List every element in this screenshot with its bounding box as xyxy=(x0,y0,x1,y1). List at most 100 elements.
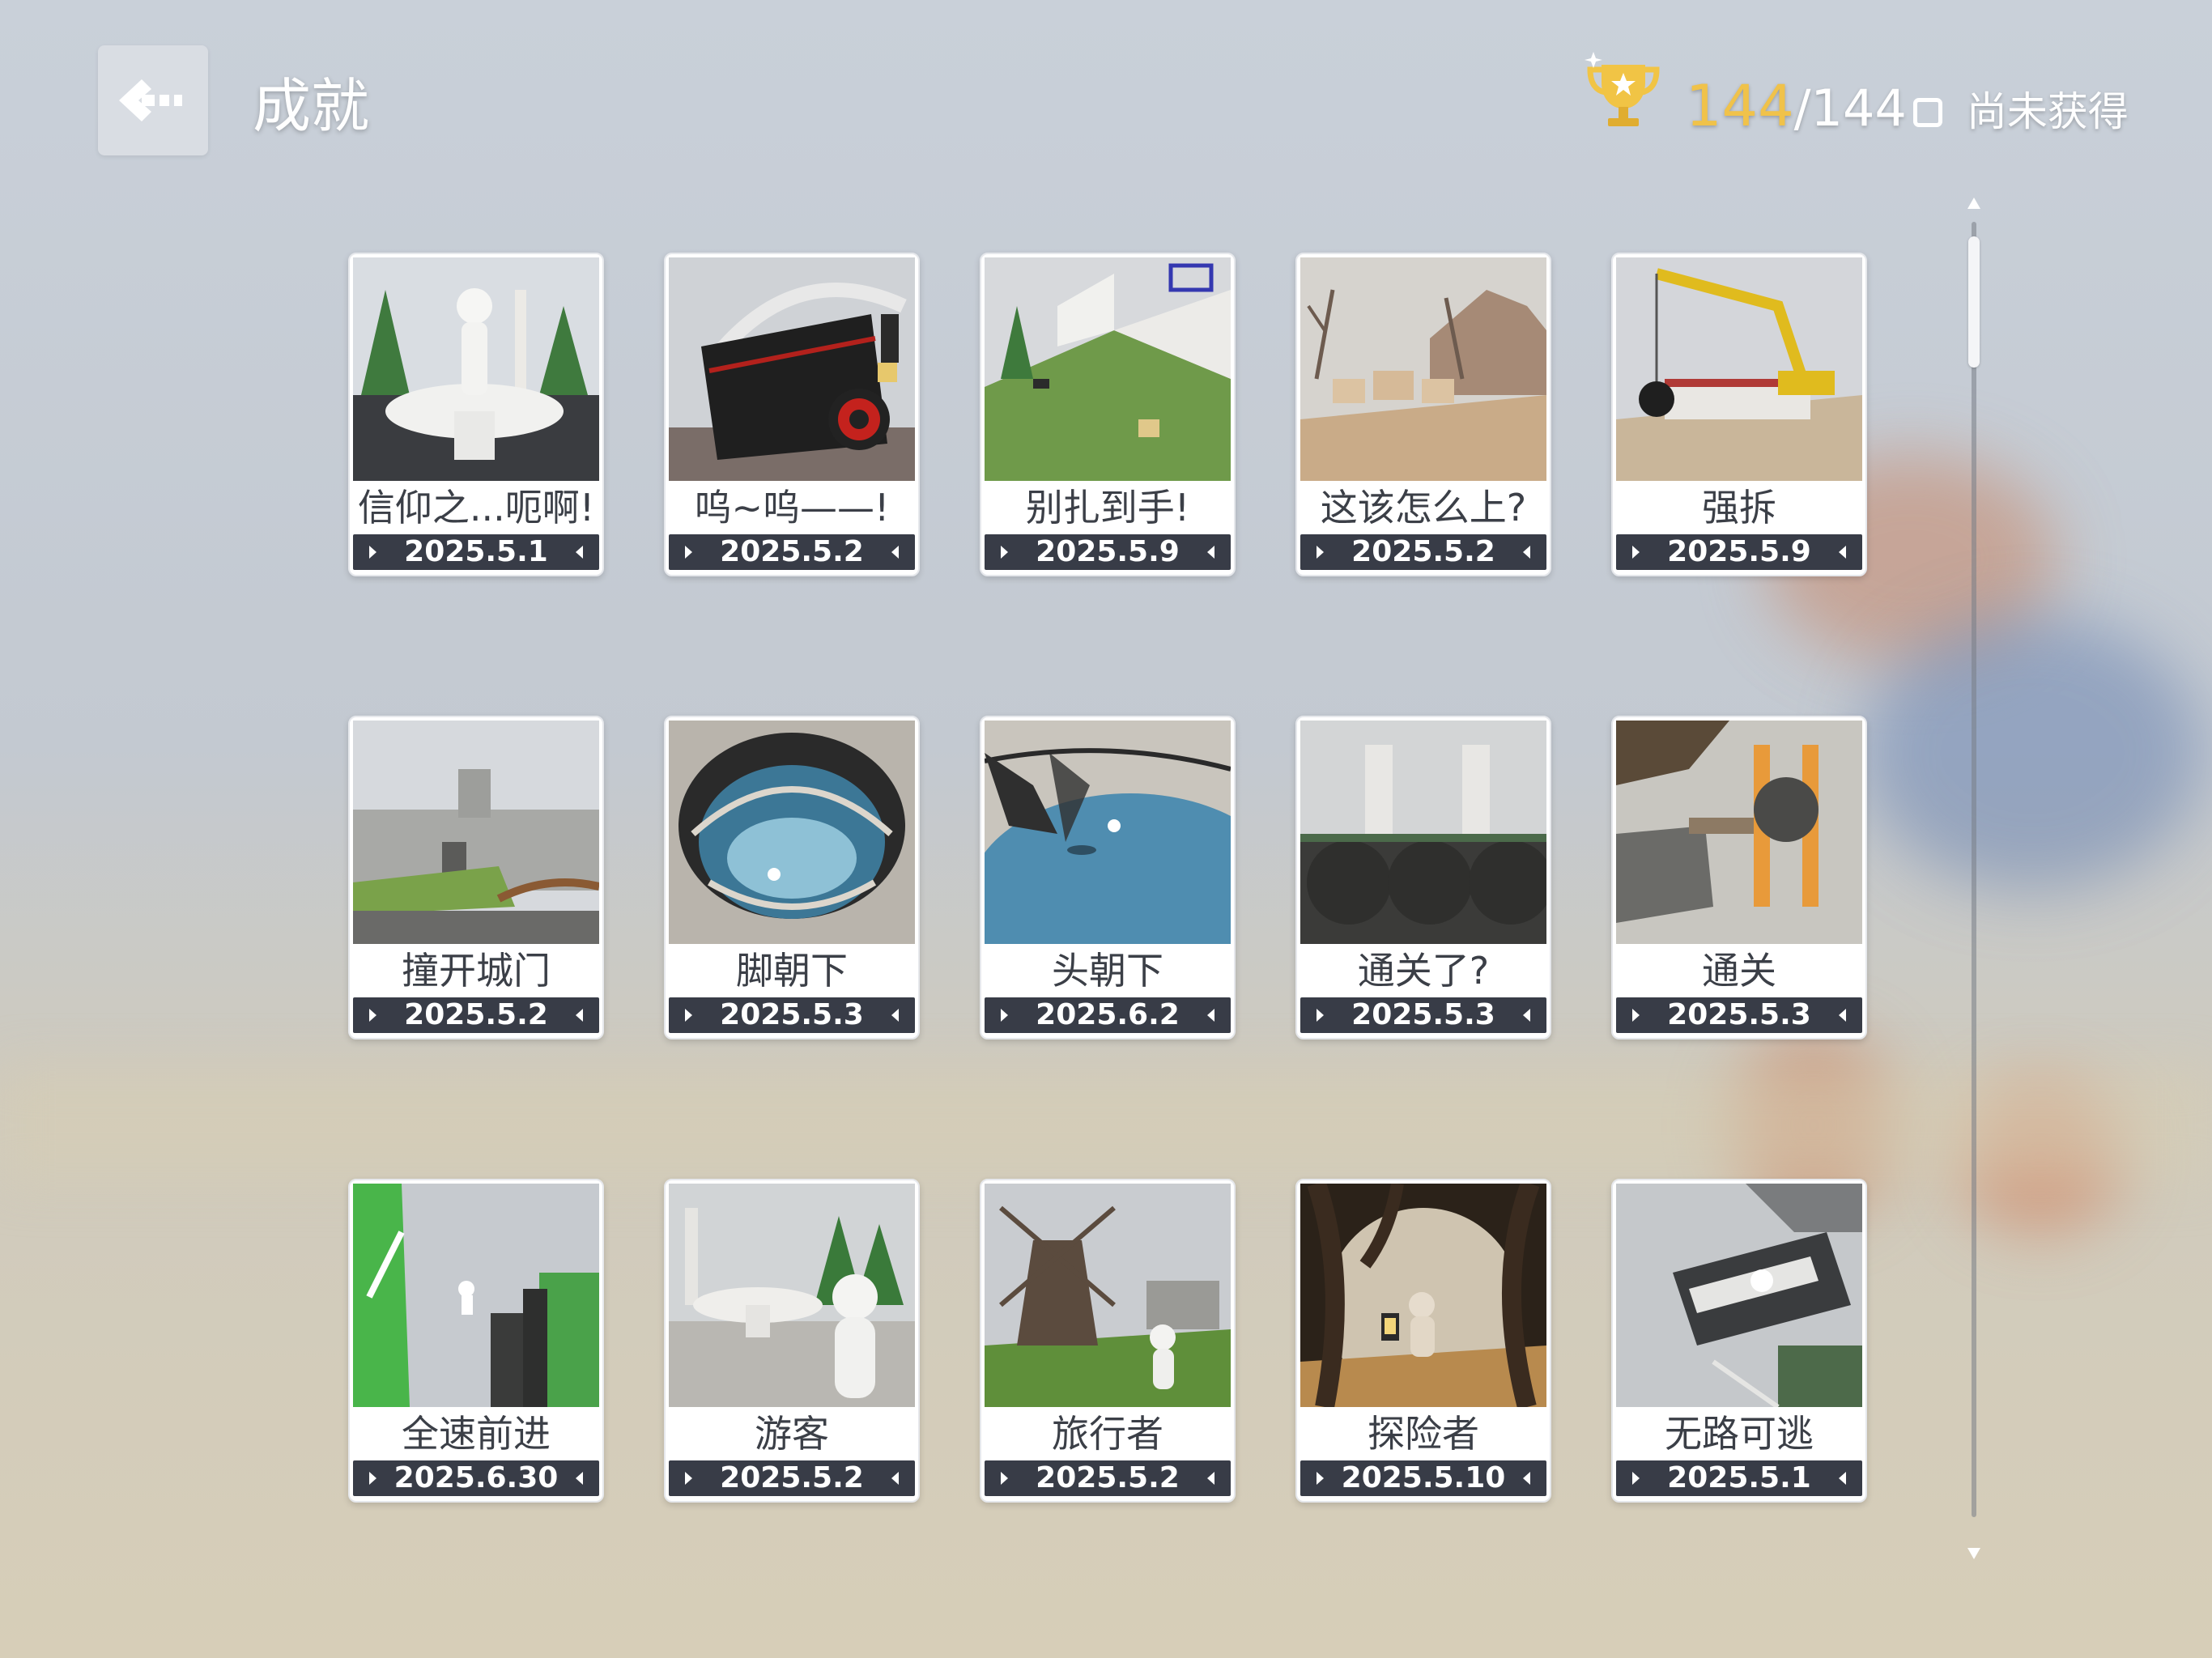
achievement-thumbnail xyxy=(353,721,599,944)
right-arrow-icon xyxy=(1207,546,1214,559)
achievement-thumbnail xyxy=(1616,1184,1862,1407)
achievement-name: 这该怎么上? xyxy=(1320,486,1527,529)
achievement-thumbnail xyxy=(1300,257,1546,481)
achievement-date: 2025.5.1 xyxy=(1667,1461,1811,1494)
scroll-up-icon[interactable] xyxy=(1967,198,1980,209)
achievement-thumbnail xyxy=(1616,257,1862,481)
achievement-thumbnail xyxy=(1616,721,1862,944)
scroll-thumb[interactable] xyxy=(1968,236,1980,368)
achievement-name: 旅行者 xyxy=(1052,1412,1163,1456)
achievement-date: 2025.5.2 xyxy=(1036,1461,1180,1494)
right-arrow-icon xyxy=(1839,546,1846,559)
right-arrow-icon xyxy=(1207,1472,1214,1485)
right-arrow-icon xyxy=(1523,1472,1530,1485)
achievement-card[interactable]: 呜~呜——! 2025.5.2 xyxy=(664,253,920,576)
achievement-card[interactable]: 旅行者 2025.5.2 xyxy=(980,1179,1236,1503)
achievement-date-bar: 2025.5.1 xyxy=(353,534,599,570)
achievement-card[interactable]: 通关了? 2025.5.3 xyxy=(1295,716,1551,1039)
achievement-card[interactable]: 通关 2025.5.3 xyxy=(1611,716,1867,1039)
achievement-date-bar: 2025.5.1 xyxy=(1616,1460,1862,1496)
achievement-date-bar: 2025.5.3 xyxy=(1616,997,1862,1033)
achievement-date-bar: 2025.5.3 xyxy=(669,997,915,1033)
achievement-name: 强拆 xyxy=(1702,486,1776,529)
total-count: /144 xyxy=(1793,79,1907,138)
achievement-grid: 信仰之...呃啊! 2025.5.1 呜~呜——! 2025.5.2 别扎到手!… xyxy=(348,253,1867,1503)
achievement-thumbnail xyxy=(669,721,915,944)
achievement-date-bar: 2025.5.2 xyxy=(353,997,599,1033)
achievement-card[interactable]: 探险者 2025.5.10 xyxy=(1295,1179,1551,1503)
right-arrow-icon xyxy=(1523,546,1530,559)
achievement-thumbnail xyxy=(1300,1184,1546,1407)
achievement-date-bar: 2025.5.2 xyxy=(669,534,915,570)
achievement-card[interactable]: 信仰之...呃啊! 2025.5.1 xyxy=(348,253,604,576)
achievement-counter: 144 /144 尚未获得 xyxy=(1686,73,2129,139)
achievement-date: 2025.6.2 xyxy=(1036,998,1180,1031)
right-arrow-icon xyxy=(1523,1009,1530,1022)
scrollbar[interactable] xyxy=(1964,198,1984,1559)
achievement-date-bar: 2025.5.9 xyxy=(1616,534,1862,570)
page-title: 成就 xyxy=(253,72,370,140)
achievement-thumbnail xyxy=(353,1184,599,1407)
achievement-name: 撞开城门 xyxy=(402,949,551,993)
achievement-card[interactable]: 游客 2025.5.2 xyxy=(664,1179,920,1503)
right-arrow-icon xyxy=(891,546,899,559)
achievement-date: 2025.5.2 xyxy=(404,998,548,1031)
achievement-name: 游客 xyxy=(755,1412,829,1456)
achievement-card[interactable]: 别扎到手! 2025.5.9 xyxy=(980,253,1236,576)
scroll-down-icon[interactable] xyxy=(1967,1548,1980,1559)
achievement-card[interactable]: 头朝下 2025.6.2 xyxy=(980,716,1236,1039)
earned-count: 144 xyxy=(1686,73,1794,139)
achievement-date: 2025.5.3 xyxy=(1351,998,1495,1031)
right-arrow-icon xyxy=(1207,1009,1214,1022)
back-button[interactable] xyxy=(98,45,208,155)
achievement-name: 信仰之...呃啊! xyxy=(357,486,595,529)
right-arrow-icon xyxy=(576,1472,583,1485)
achievement-date: 2025.5.2 xyxy=(1351,535,1495,568)
achievement-date-bar: 2025.5.2 xyxy=(669,1460,915,1496)
achievement-date: 2025.5.9 xyxy=(1036,535,1180,568)
achievement-date-bar: 2025.5.2 xyxy=(985,1460,1231,1496)
back-arrow-icon xyxy=(119,79,182,121)
right-arrow-icon xyxy=(576,546,583,559)
achievement-name: 头朝下 xyxy=(1052,949,1163,993)
achievement-card[interactable]: 这该怎么上? 2025.5.2 xyxy=(1295,253,1551,576)
achievement-name: 脚朝下 xyxy=(736,949,848,993)
checkbox-icon[interactable] xyxy=(1912,98,1942,127)
background-figure-blur xyxy=(1862,615,2202,891)
achievement-date: 2025.5.9 xyxy=(1667,535,1811,568)
right-arrow-icon xyxy=(1839,1472,1846,1485)
achievement-thumbnail xyxy=(1300,721,1546,944)
achievement-date: 2025.6.30 xyxy=(393,1461,559,1494)
achievement-name: 无路可逃 xyxy=(1665,1412,1814,1456)
achievement-date-bar: 2025.5.3 xyxy=(1300,997,1546,1033)
achievement-name: 通关了? xyxy=(1357,949,1490,993)
achievement-date-bar: 2025.6.30 xyxy=(353,1460,599,1496)
achievement-name: 呜~呜——! xyxy=(694,486,890,529)
achievement-thumbnail xyxy=(669,257,915,481)
achievement-card[interactable]: 脚朝下 2025.5.3 xyxy=(664,716,920,1039)
achievement-date-bar: 2025.5.10 xyxy=(1300,1460,1546,1496)
right-arrow-icon xyxy=(891,1472,899,1485)
scroll-track[interactable] xyxy=(1972,222,1976,1517)
achievement-card[interactable]: 强拆 2025.5.9 xyxy=(1611,253,1867,576)
achievement-name: 探险者 xyxy=(1368,1412,1479,1456)
right-arrow-icon xyxy=(576,1009,583,1022)
filter-label[interactable]: 尚未获得 xyxy=(1967,79,2129,138)
achievement-thumbnail xyxy=(985,1184,1231,1407)
achievement-thumbnail xyxy=(353,257,599,481)
achievement-date: 2025.5.2 xyxy=(720,1461,864,1494)
achievement-card[interactable]: 全速前进 2025.6.30 xyxy=(348,1179,604,1503)
right-arrow-icon xyxy=(891,1009,899,1022)
achievement-name: 全速前进 xyxy=(402,1412,551,1456)
trophy-icon xyxy=(1585,52,1660,126)
achievement-date-bar: 2025.5.2 xyxy=(1300,534,1546,570)
achievement-thumbnail xyxy=(985,257,1231,481)
achievement-date-bar: 2025.6.2 xyxy=(985,997,1231,1033)
achievement-name: 别扎到手! xyxy=(1025,486,1190,529)
right-arrow-icon xyxy=(1839,1009,1846,1022)
achievement-name: 通关 xyxy=(1702,949,1776,993)
achievement-card[interactable]: 无路可逃 2025.5.1 xyxy=(1611,1179,1867,1503)
achievement-date: 2025.5.2 xyxy=(720,535,864,568)
achievement-card[interactable]: 撞开城门 2025.5.2 xyxy=(348,716,604,1039)
achievement-date-bar: 2025.5.9 xyxy=(985,534,1231,570)
